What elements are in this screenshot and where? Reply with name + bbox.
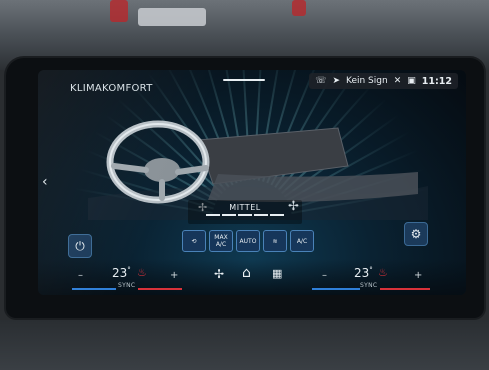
back-chevron-icon[interactable]: ‹	[42, 174, 48, 190]
power-icon: ⏻	[75, 238, 85, 253]
recirculation-button[interactable]: ⟲	[182, 230, 206, 252]
phone-icon: ☏	[315, 75, 327, 86]
left-temp-red-range	[138, 288, 182, 290]
clock: 11:12	[421, 75, 452, 87]
windshield-defrost-button[interactable]: ≋	[263, 230, 287, 252]
mode-buttons: ⟲ MAX A/C AUTO ≋ A/C	[182, 230, 314, 252]
page-title: KLIMAKOMFORT	[70, 83, 153, 94]
right-temp-blue-range	[312, 288, 360, 290]
left-temp-plus-button[interactable]: +	[170, 270, 178, 281]
left-seat-heat-icon[interactable]: ♨	[137, 266, 147, 279]
left-sync-label[interactable]: SYNC	[118, 282, 135, 289]
mute-icon: ✕	[393, 75, 402, 86]
settings-button[interactable]: ⚙	[404, 222, 428, 246]
dashboard-background	[0, 320, 489, 370]
status-bar: ☏ ➤ Kein Sign ✕ ▣ 11:12	[309, 73, 458, 89]
taillight-left	[110, 0, 128, 22]
license-plate	[138, 8, 206, 26]
right-sync-label[interactable]: SYNC	[360, 282, 377, 289]
taillight-right	[292, 0, 306, 16]
fan-icon[interactable]: ✢	[214, 267, 224, 281]
left-temp-minus-button[interactable]: –	[78, 270, 83, 281]
left-temp-blue-range	[72, 288, 116, 290]
signal-text: Kein Sign	[346, 76, 388, 86]
right-seat-heat-icon[interactable]: ♨	[378, 266, 388, 279]
fan-level-bars	[206, 214, 284, 216]
fan-speed-slider[interactable]: MITTEL	[188, 200, 302, 224]
ac-button[interactable]: A/C	[290, 230, 314, 252]
right-temperature[interactable]: 23°	[354, 266, 373, 280]
power-button[interactable]: ⏻	[68, 234, 92, 258]
drag-handle[interactable]	[223, 79, 265, 81]
auto-button[interactable]: AUTO	[236, 230, 260, 252]
fan-level-label: MITTEL	[229, 203, 261, 212]
right-temp-red-range	[380, 288, 430, 290]
navigation-arrow-icon: ➤	[332, 75, 340, 86]
max-ac-button[interactable]: MAX A/C	[209, 230, 233, 252]
grid-menu-icon[interactable]: ▦	[272, 267, 282, 280]
left-temperature[interactable]: 23°	[112, 266, 131, 280]
climate-screen: KLIMAKOMFORT ☏ ➤ Kein Sign ✕ ▣ 11:12 ‹ ⏻…	[38, 70, 466, 295]
right-temp-plus-button[interactable]: +	[414, 270, 422, 281]
home-icon[interactable]: ⌂	[242, 265, 251, 281]
gear-icon: ⚙	[410, 227, 422, 241]
right-temp-minus-button[interactable]: –	[322, 270, 327, 281]
message-icon: ▣	[407, 75, 416, 86]
fan-high-icon[interactable]: ✢	[288, 199, 299, 214]
